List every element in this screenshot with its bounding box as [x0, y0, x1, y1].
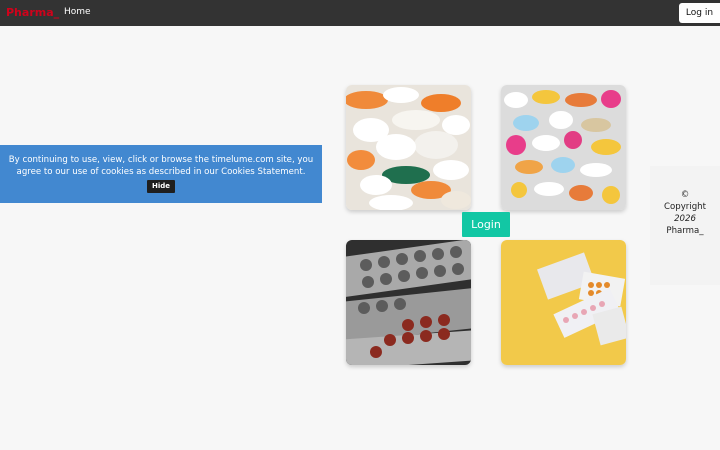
top-navbar: Pharma_ Home Log in	[0, 0, 720, 26]
gallery-image-colorful-pills	[501, 85, 626, 210]
colorful-pills-image	[501, 85, 626, 210]
brand-logo[interactable]: Pharma_	[6, 6, 59, 19]
gallery-image-blister-packs	[346, 240, 471, 365]
gallery-image-yellow-blisters	[501, 240, 626, 365]
copyright-year: 2026	[674, 214, 696, 224]
cookie-banner: By continuing to use, view, click or bro…	[0, 145, 322, 203]
gallery-image-capsules	[346, 85, 471, 210]
main-login-button[interactable]: Login	[462, 212, 510, 237]
cookie-message: By continuing to use, view, click or bro…	[8, 155, 314, 177]
yellow-blisters-image	[501, 240, 626, 365]
cookie-hide-button[interactable]: Hide	[146, 180, 176, 193]
copyright-symbol: ©	[680, 190, 690, 200]
login-button[interactable]: Log in	[679, 3, 720, 23]
capsules-image	[346, 85, 471, 210]
nav-home-link[interactable]: Home	[64, 7, 91, 17]
copyright-label: Copyright	[664, 202, 706, 212]
footer-company: Pharma_	[666, 226, 704, 236]
footer-copyright: © Copyright 2026 Pharma_	[650, 166, 720, 285]
blister-packs-image	[346, 240, 471, 365]
